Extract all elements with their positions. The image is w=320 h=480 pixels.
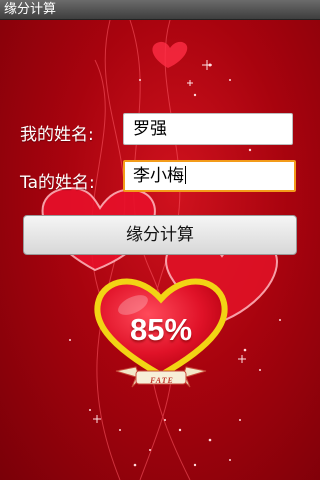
their-name-label: Ta的姓名:: [20, 173, 95, 193]
compatibility-percent: 85%: [129, 312, 193, 347]
app-title-bar: 缘分计算: [0, 0, 320, 20]
calculate-button[interactable]: 缘分计算: [23, 215, 297, 255]
their-name-value: 李小梅: [133, 166, 184, 186]
my-name-value: 罗强: [133, 119, 167, 139]
app-title: 缘分计算: [4, 2, 57, 17]
their-name-input[interactable]: 李小梅: [123, 160, 296, 192]
text-caret: [185, 166, 186, 184]
my-name-input[interactable]: 罗强: [123, 113, 293, 145]
fate-ribbon-label: FATE: [150, 376, 174, 385]
my-name-label: 我的姓名:: [20, 125, 94, 145]
